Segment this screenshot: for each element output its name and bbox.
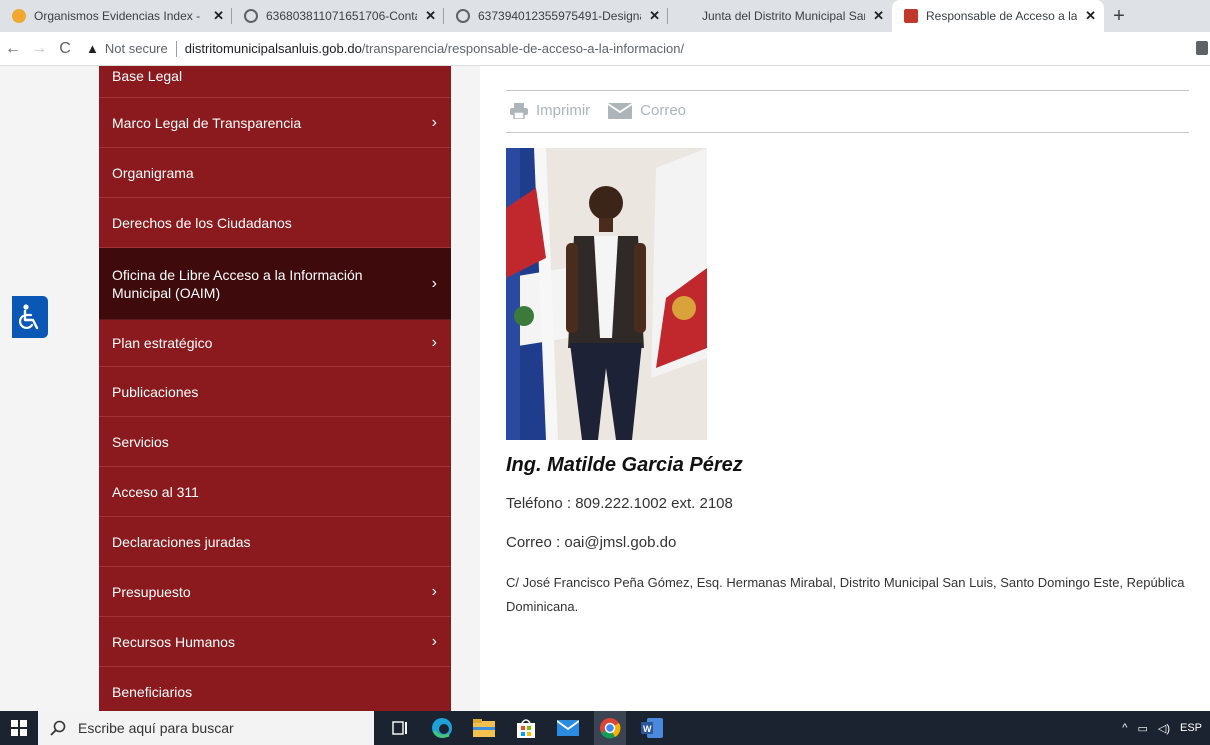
official-name: Ing. Matilde Garcia Pérez bbox=[506, 454, 743, 476]
chevron-right-icon: › bbox=[431, 582, 437, 600]
browser-tab-3[interactable]: 637394012355975491-Designa ✕ bbox=[444, 0, 668, 32]
tab-close-icon[interactable]: ✕ bbox=[873, 8, 884, 24]
wheelchair-icon bbox=[18, 304, 39, 330]
sidebar-item-declaraciones[interactable]: Declaraciones juradas bbox=[99, 517, 451, 567]
sidebar-item-plan-estrategico[interactable]: Plan estratégico › bbox=[99, 320, 451, 367]
sidebar-item-label: Declaraciones juradas bbox=[112, 533, 251, 550]
browser-tab-1[interactable]: Organismos Evidencias Index - ✕ bbox=[0, 0, 232, 32]
printer-icon[interactable] bbox=[510, 102, 528, 119]
sidebar-item-publicaciones[interactable]: Publicaciones bbox=[99, 367, 451, 417]
chrome-icon[interactable] bbox=[594, 711, 626, 745]
network-icon[interactable]: ▭ bbox=[1137, 722, 1147, 735]
sidebar-item-derechos[interactable]: Derechos de los Ciudadanos bbox=[99, 198, 451, 248]
sidebar-item-label: Servicios bbox=[112, 433, 169, 450]
edge-browser-icon[interactable] bbox=[426, 711, 458, 745]
volume-icon[interactable]: ◁) bbox=[1158, 722, 1170, 735]
chevron-right-icon: › bbox=[431, 113, 437, 131]
divider bbox=[506, 90, 1189, 91]
official-email: Correo : oai@jmsl.gob.do bbox=[506, 534, 677, 551]
tab-close-icon[interactable]: ✕ bbox=[213, 8, 224, 24]
chevron-up-icon[interactable]: ^ bbox=[1122, 722, 1127, 734]
windows-logo-icon bbox=[11, 720, 27, 736]
sidebar-item-label: Acceso al 311 bbox=[112, 483, 199, 500]
mail-icon[interactable] bbox=[552, 711, 584, 745]
divider bbox=[506, 132, 1189, 133]
tab-label: Organismos Evidencias Index - bbox=[34, 9, 201, 23]
tab-close-icon[interactable]: ✕ bbox=[425, 8, 436, 24]
sidebar-item-label: Marco Legal de Transparencia bbox=[112, 114, 302, 131]
tab-label: 637394012355975491-Designa bbox=[478, 9, 642, 23]
tab-label: Responsable de Acceso a la Inf bbox=[926, 9, 1078, 23]
sidebar-item-recursos-humanos[interactable]: Recursos Humanos › bbox=[99, 617, 451, 667]
official-phone: Teléfono : 809.222.1002 ext. 2108 bbox=[506, 495, 733, 512]
email-link[interactable]: Correo bbox=[640, 102, 686, 119]
tab-close-icon[interactable]: ✕ bbox=[649, 8, 660, 24]
taskbar-search-box[interactable]: Escribe aquí para buscar bbox=[38, 711, 374, 745]
address-bar[interactable]: ▲ Not secure distritomunicipalsanluis.go… bbox=[86, 40, 685, 57]
extension-icon[interactable] bbox=[1196, 41, 1208, 55]
sidebar-item-marco-legal[interactable]: Marco Legal de Transparencia › bbox=[99, 98, 451, 148]
chevron-right-icon: › bbox=[431, 334, 437, 351]
sidebar-item-beneficiarios[interactable]: Beneficiarios bbox=[99, 667, 451, 711]
chevron-right-icon: › bbox=[431, 632, 437, 650]
tab-favicon-icon bbox=[12, 9, 26, 23]
sidebar-item-label: Publicaciones bbox=[112, 383, 199, 400]
browser-tab-2[interactable]: 6368038110716517​06-Contact ✕ bbox=[232, 0, 444, 32]
start-button[interactable] bbox=[0, 711, 38, 745]
system-tray: ^ ▭ ◁) ESP bbox=[1112, 711, 1202, 745]
search-placeholder: Escribe aquí para buscar bbox=[78, 720, 234, 736]
windows-taskbar: Escribe aquí para buscar W ^ ▭ ◁) ESP bbox=[0, 711, 1210, 745]
print-link[interactable]: Imprimir bbox=[536, 102, 590, 119]
web-page: Base Legal Marco Legal de Transparencia ›… bbox=[0, 66, 1210, 711]
tab-globe-icon bbox=[456, 9, 470, 23]
sidebar-item-label: Oficina de Libre Acceso a la Información… bbox=[112, 266, 363, 301]
transparency-sidebar-menu: Base Legal Marco Legal de Transparencia ›… bbox=[99, 66, 451, 711]
sidebar-item-presupuesto[interactable]: Presupuesto › bbox=[99, 567, 451, 617]
tab-close-icon[interactable]: ✕ bbox=[1085, 8, 1096, 24]
sidebar-item-label: Recursos Humanos bbox=[112, 633, 235, 650]
browser-tab-5-active[interactable]: Responsable de Acceso a la Inf ✕ bbox=[892, 0, 1104, 32]
sidebar-item-label: Plan estratégico bbox=[112, 335, 213, 351]
sidebar-item-oaim-active[interactable]: Oficina de Libre Acceso a la Información… bbox=[99, 248, 451, 320]
sidebar-item-label: Base Legal bbox=[112, 68, 183, 84]
main-content: Imprimir Correo Ing. Matilde Garcia Pére… bbox=[480, 66, 1210, 711]
sidebar-item-label: Beneficiarios bbox=[112, 683, 193, 700]
url-domain: distritomunicipalsanluis.gob.do bbox=[184, 41, 362, 56]
sidebar-item-label: Organigrama bbox=[112, 164, 194, 181]
tab-globe-icon bbox=[244, 9, 258, 23]
store-icon[interactable] bbox=[510, 711, 542, 745]
back-arrow-icon[interactable]: ← bbox=[0, 40, 26, 58]
sidebar-item-label: Derechos de los Ciudadanos bbox=[112, 214, 292, 231]
accessibility-button[interactable] bbox=[12, 296, 48, 338]
browser-tab-4[interactable]: Junta del Distrito Municipal San ✕ bbox=[668, 0, 892, 32]
sidebar-item-servicios[interactable]: Servicios bbox=[99, 417, 451, 467]
envelope-icon[interactable] bbox=[608, 102, 633, 119]
tab-flag-icon bbox=[904, 9, 918, 23]
new-tab-button[interactable]: + bbox=[1104, 0, 1134, 32]
tab-label: Junta del Distrito Municipal San bbox=[702, 9, 866, 23]
file-explorer-icon[interactable] bbox=[468, 711, 500, 745]
browser-tab-strip: Organismos Evidencias Index - ✕ 63680381… bbox=[0, 0, 1210, 32]
reload-icon[interactable]: C bbox=[52, 40, 78, 58]
tab-label: 6368038110716517​06-Contact bbox=[266, 9, 418, 23]
url-path: /transparencia/responsable-de-acceso-a-l… bbox=[361, 41, 685, 56]
word-icon[interactable]: W bbox=[636, 711, 668, 745]
search-icon bbox=[50, 720, 66, 736]
warning-triangle-icon: ▲ bbox=[86, 41, 99, 56]
chevron-right-icon: › bbox=[431, 274, 437, 292]
official-portrait-photo bbox=[506, 148, 707, 440]
browser-toolbar: ← → C ▲ Not secure distritomunicipalsanl… bbox=[0, 32, 1210, 66]
svg-text:W: W bbox=[643, 724, 652, 734]
language-indicator[interactable]: ESP bbox=[1180, 722, 1202, 734]
not-secure-label: Not secure bbox=[104, 41, 168, 56]
sidebar-item-acceso-311[interactable]: Acceso al 311 bbox=[99, 467, 451, 517]
task-view-icon[interactable] bbox=[384, 711, 416, 745]
sidebar-item-label: Presupuesto bbox=[112, 583, 191, 600]
sidebar-item-base-legal[interactable]: Base Legal bbox=[99, 66, 451, 98]
sidebar-item-organigrama[interactable]: Organigrama bbox=[99, 148, 451, 198]
article-actions: Imprimir Correo bbox=[510, 102, 704, 119]
forward-arrow-icon[interactable]: → bbox=[26, 40, 52, 58]
office-address: C/ José Francisco Peña Gómez, Esq. Herma… bbox=[506, 575, 1185, 614]
